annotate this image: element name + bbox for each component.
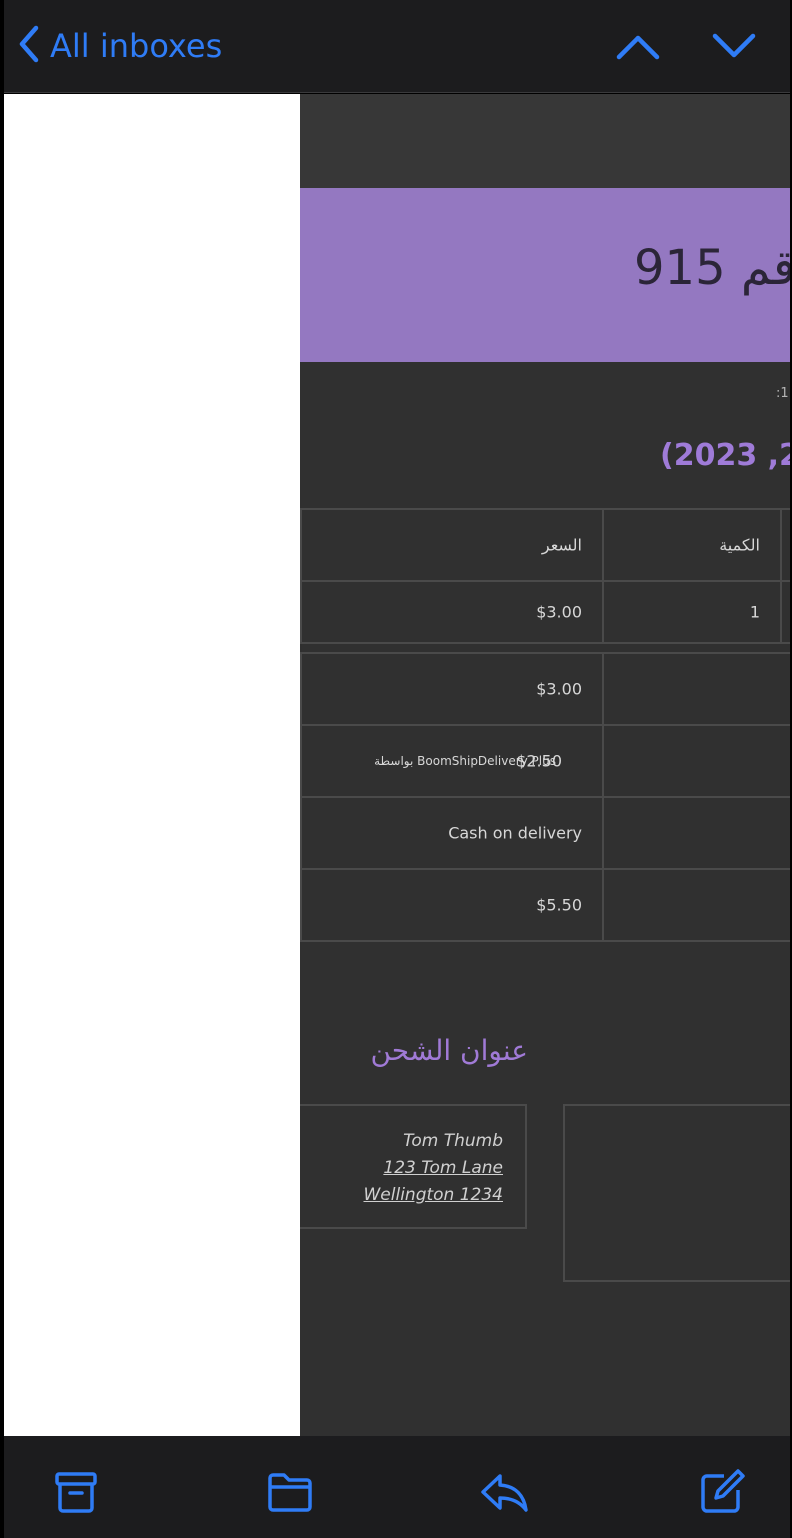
payment-row: Cash on delivery <box>300 796 790 870</box>
bottom-toolbar <box>4 1436 790 1538</box>
item-partial-cell <box>780 580 790 644</box>
shipping-label-cell <box>602 724 790 798</box>
item-quantity-cell: 1 <box>602 580 782 644</box>
email-body[interactable]: رقم 915 :1 (2023 ,22 السعر الكمية $3.00 … <box>300 94 790 1436</box>
subtotal-label-cell <box>602 652 790 726</box>
archive-button[interactable] <box>48 1464 104 1520</box>
total-cell: $5.50 <box>300 868 604 942</box>
address-city-link[interactable]: Wellington 1234 <box>363 1182 503 1209</box>
subtotal-cell: $3.00 <box>300 652 604 726</box>
shipping-address-heading: عنوان الشحن <box>370 1034 528 1067</box>
reply-button[interactable] <box>476 1464 532 1520</box>
order-banner: رقم 915 <box>300 188 790 362</box>
chevron-down-icon <box>708 33 760 74</box>
total-value: $5.50 <box>536 895 582 915</box>
header-cell-quantity: الكمية <box>602 508 782 582</box>
header-price-label: السعر <box>541 535 582 555</box>
item-quantity: 1 <box>749 602 760 622</box>
compose-icon <box>694 1469 750 1524</box>
shipping-row: BoomShipDelivery Plus بواسطة $2.50 <box>300 724 790 798</box>
email-header-strip <box>300 94 790 188</box>
header-cell-price: السعر <box>300 508 604 582</box>
back-to-inboxes-button[interactable]: All inboxes <box>16 22 222 70</box>
address-name: Tom Thumb <box>403 1131 503 1151</box>
shipping-amount: $2.50 <box>516 751 562 771</box>
shipping-cell: BoomShipDelivery Plus بواسطة $2.50 <box>300 724 604 798</box>
payment-label-cell <box>602 796 790 870</box>
table-row: $3.00 1 <box>300 580 790 644</box>
blank-pane <box>4 94 300 1436</box>
table-header-row: السعر الكمية <box>300 508 790 582</box>
item-price: $3.00 <box>536 602 582 622</box>
total-label-cell <box>602 868 790 942</box>
item-price-cell: $3.00 <box>300 580 604 644</box>
subtotal-value: $3.00 <box>536 679 582 699</box>
back-label: All inboxes <box>50 27 223 65</box>
reply-icon <box>476 1474 532 1524</box>
billing-address-box <box>563 1104 790 1282</box>
text-fragment: :1 <box>776 386 789 401</box>
previous-message-button[interactable] <box>612 22 664 70</box>
shipping-address-box: Tom Thumb 123 Tom Lane Wellington 1234 <box>300 1104 527 1229</box>
navigation-bar: All inboxes <box>4 0 790 93</box>
subtotal-row: $3.00 <box>300 652 790 726</box>
folder-icon <box>262 1473 318 1524</box>
next-message-button[interactable] <box>708 22 760 70</box>
payment-cell: Cash on delivery <box>300 796 604 870</box>
archive-icon <box>48 1472 104 1524</box>
compose-button[interactable] <box>694 1464 750 1520</box>
header-cell-partial <box>780 508 790 582</box>
chevron-up-icon <box>612 35 664 74</box>
address-street-link[interactable]: 123 Tom Lane <box>363 1155 503 1182</box>
order-date-heading: (2023 ,22 <box>660 438 790 473</box>
total-row: $5.50 <box>300 868 790 942</box>
chevron-left-icon <box>16 24 42 68</box>
move-to-folder-button[interactable] <box>262 1464 318 1520</box>
order-number-title: رقم 915 <box>634 240 790 296</box>
header-quantity-label: الكمية <box>719 535 760 555</box>
payment-method: Cash on delivery <box>448 823 582 843</box>
